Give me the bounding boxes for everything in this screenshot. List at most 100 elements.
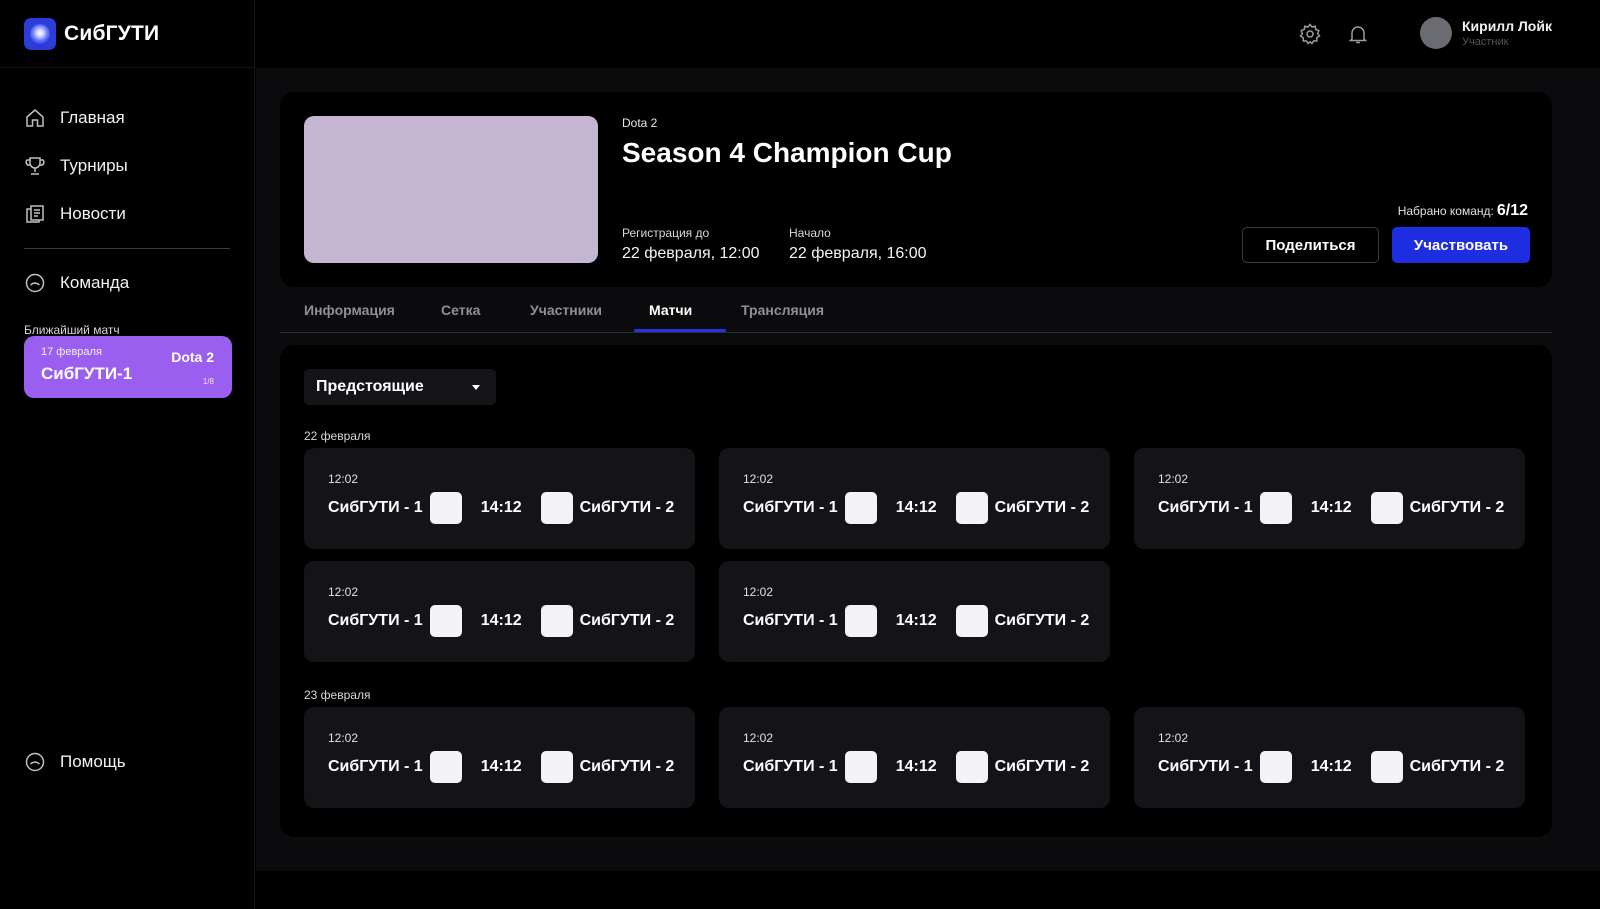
team2-logo — [540, 605, 573, 637]
match-time: 12:02 — [328, 472, 359, 486]
match-card[interactable]: 12:02 СибГУТИ - 1 14:12 СибГУТИ - 2 — [719, 561, 1110, 662]
team2-logo — [540, 751, 573, 783]
registration-deadline: Регистрация до 22 февраля, 12:00 — [622, 226, 760, 263]
brand[interactable]: СибГУТИ — [0, 0, 254, 68]
matches-filter-select[interactable]: Предстоящие — [304, 369, 496, 405]
team2-name: СибГУТИ - 2 — [579, 758, 675, 775]
match-score: 14:12 — [895, 758, 937, 775]
trophy-icon — [24, 155, 46, 177]
day-label: 22 февраля — [304, 429, 371, 443]
registration-value: 22 февраля, 12:00 — [622, 245, 760, 262]
nav-item-team[interactable]: Команда — [0, 259, 254, 307]
tournament-tabs: Информация Сетка Участники Матчи Трансля… — [280, 287, 1552, 333]
team2-logo — [955, 492, 988, 524]
team1-name: СибГУТИ - 1 — [1158, 758, 1253, 775]
nav-item-help[interactable]: Помощь — [0, 738, 255, 786]
start-value: 22 февраля, 16:00 — [789, 245, 927, 262]
main-content: Dota 2 Season 4 Champion Cup Регистрация… — [256, 68, 1600, 871]
team2-name: СибГУТИ - 2 — [579, 612, 675, 629]
tournament-banner-image — [304, 116, 598, 263]
help-section: Помощь — [0, 738, 255, 786]
next-match-game: Dota 2 — [171, 349, 214, 365]
next-match-card[interactable]: 17 февраля СибГУТИ-1 Dota 2 1/8 — [24, 336, 232, 398]
user-menu[interactable]: Кирилл Лойк Участник — [1420, 17, 1552, 49]
match-score: 14:12 — [1310, 499, 1352, 516]
next-match-label: Ближайший матч — [24, 323, 120, 337]
avatar — [1420, 17, 1452, 49]
team1-logo — [844, 492, 877, 524]
share-button[interactable]: Поделиться — [1242, 227, 1379, 263]
nav-item-label: Новости — [60, 204, 126, 223]
match-score: 14:12 — [480, 612, 522, 629]
match-card[interactable]: 12:02 СибГУТИ - 1 14:12 СибГУТИ - 2 — [304, 561, 695, 662]
match-time: 12:02 — [743, 731, 774, 745]
team2-name: СибГУТИ - 2 — [579, 499, 675, 516]
match-score: 14:12 — [480, 499, 522, 516]
team1-logo — [429, 605, 462, 637]
main-nav: Главная Турниры Новости Команда — [0, 68, 254, 307]
brand-logo-icon — [24, 17, 56, 50]
match-time: 12:02 — [1158, 731, 1189, 745]
team2-logo — [1370, 492, 1403, 524]
start-label: Начало — [789, 226, 831, 240]
team2-name: СибГУТИ - 2 — [994, 612, 1090, 629]
match-card[interactable]: 12:02 СибГУТИ - 1 14:12 СибГУТИ - 2 — [1134, 707, 1525, 808]
tab-participants[interactable]: Участники — [530, 287, 602, 333]
home-icon — [24, 107, 46, 129]
nav-item-tournaments[interactable]: Турниры — [0, 142, 254, 190]
nav-item-label: Главная — [60, 108, 125, 127]
team1-logo — [844, 751, 877, 783]
matches-panel: Предстоящие 22 февраля 12:02 СибГУТИ - 1… — [280, 345, 1552, 837]
nav-item-label: Помощь — [60, 752, 126, 771]
start-date: Начало 22 февраля, 16:00 — [789, 226, 927, 263]
match-card[interactable]: 12:02 СибГУТИ - 1 14:12 СибГУТИ - 2 — [1134, 448, 1525, 549]
team2-name: СибГУТИ - 2 — [994, 758, 1090, 775]
team1-name: СибГУТИ - 1 — [328, 499, 423, 516]
chevron-down-icon — [472, 385, 480, 390]
top-bar: Кирилл Лойк Участник — [256, 0, 1600, 68]
team2-logo — [955, 751, 988, 783]
sidebar: СибГУТИ Главная Турниры Новости Команда … — [0, 0, 255, 909]
team1-name: СибГУТИ - 1 — [328, 758, 423, 775]
match-card[interactable]: 12:02 СибГУТИ - 1 14:12 СибГУТИ - 2 — [719, 448, 1110, 549]
team1-name: СибГУТИ - 1 — [743, 612, 838, 629]
match-score: 14:12 — [895, 499, 937, 516]
brand-name: СибГУТИ — [64, 21, 160, 45]
team1-name: СибГУТИ - 1 — [1158, 499, 1253, 516]
match-time: 12:02 — [1158, 472, 1189, 486]
team1-logo — [1259, 751, 1292, 783]
team1-logo — [429, 492, 462, 524]
nav-item-news[interactable]: Новости — [0, 190, 254, 238]
team1-logo — [1259, 492, 1292, 524]
tournament-game: Dota 2 — [622, 116, 658, 130]
day-label: 23 февраля — [304, 688, 371, 702]
team2-logo — [1370, 751, 1403, 783]
team-icon — [24, 272, 46, 294]
team1-logo — [844, 605, 877, 637]
tournament-title: Season 4 Champion Cup — [622, 137, 952, 168]
team2-name: СибГУТИ - 2 — [1409, 499, 1505, 516]
notifications-bell-icon[interactable] — [1346, 22, 1370, 46]
match-card[interactable]: 12:02 СибГУТИ - 1 14:12 СибГУТИ - 2 — [304, 448, 695, 549]
tab-bracket[interactable]: Сетка — [441, 287, 480, 333]
team2-name: СибГУТИ - 2 — [994, 499, 1090, 516]
match-score: 14:12 — [895, 612, 937, 629]
settings-gear-icon[interactable] — [1298, 22, 1322, 46]
tab-matches[interactable]: Матчи — [649, 287, 692, 333]
match-card[interactable]: 12:02 СибГУТИ - 1 14:12 СибГУТИ - 2 — [719, 707, 1110, 808]
help-icon — [24, 751, 46, 773]
team1-name: СибГУТИ - 1 — [743, 499, 838, 516]
team2-logo — [955, 605, 988, 637]
join-button[interactable]: Участвовать — [1392, 227, 1530, 263]
tab-info[interactable]: Информация — [304, 287, 395, 333]
filter-value: Предстоящие — [316, 378, 424, 395]
nav-item-home[interactable]: Главная — [0, 94, 254, 142]
user-name: Кирилл Лойк — [1462, 18, 1552, 34]
match-time: 12:02 — [743, 472, 774, 486]
nav-item-label: Турниры — [60, 156, 128, 175]
team2-name: СибГУТИ - 2 — [1409, 758, 1505, 775]
match-card[interactable]: 12:02 СибГУТИ - 1 14:12 СибГУТИ - 2 — [304, 707, 695, 808]
tab-stream[interactable]: Трансляция — [741, 287, 824, 333]
news-icon — [24, 203, 46, 225]
active-tab-indicator — [634, 329, 726, 332]
